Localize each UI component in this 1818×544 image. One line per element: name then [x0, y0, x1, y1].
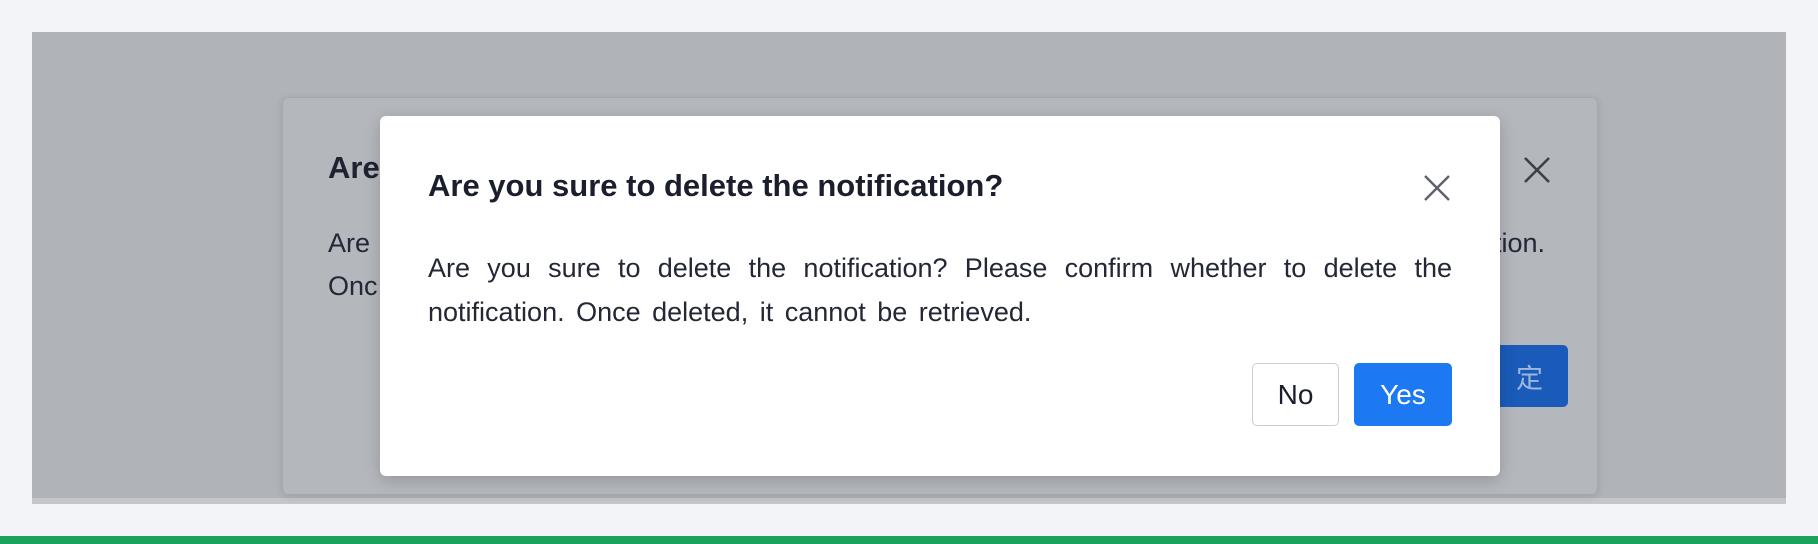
close-icon[interactable] — [1420, 171, 1454, 205]
dialog-title: Are you sure to delete the notification? — [428, 168, 1004, 203]
dialog-message: Are you sure to delete the notification?… — [428, 253, 1452, 327]
bottom-accent-bar — [0, 536, 1818, 544]
close-icon — [1524, 157, 1550, 183]
background-dialog-title: Are — [328, 150, 380, 185]
no-button-label: No — [1277, 378, 1314, 410]
delete-confirm-dialog: Are you sure to delete the notification?… — [380, 116, 1500, 476]
modal-overlay: Are Are tion. Onc 定 Are you sure to dele… — [32, 32, 1786, 504]
background-dialog-body-end: tion. — [1494, 228, 1546, 258]
yes-button[interactable]: Yes — [1354, 363, 1452, 426]
background-dialog-body-line2: Onc — [328, 271, 378, 301]
yes-button-label: Yes — [1380, 378, 1426, 410]
background-dialog-body-start: Are — [328, 228, 371, 258]
no-button[interactable]: No — [1252, 363, 1339, 426]
background-confirm-label: 定 — [1516, 363, 1543, 394]
